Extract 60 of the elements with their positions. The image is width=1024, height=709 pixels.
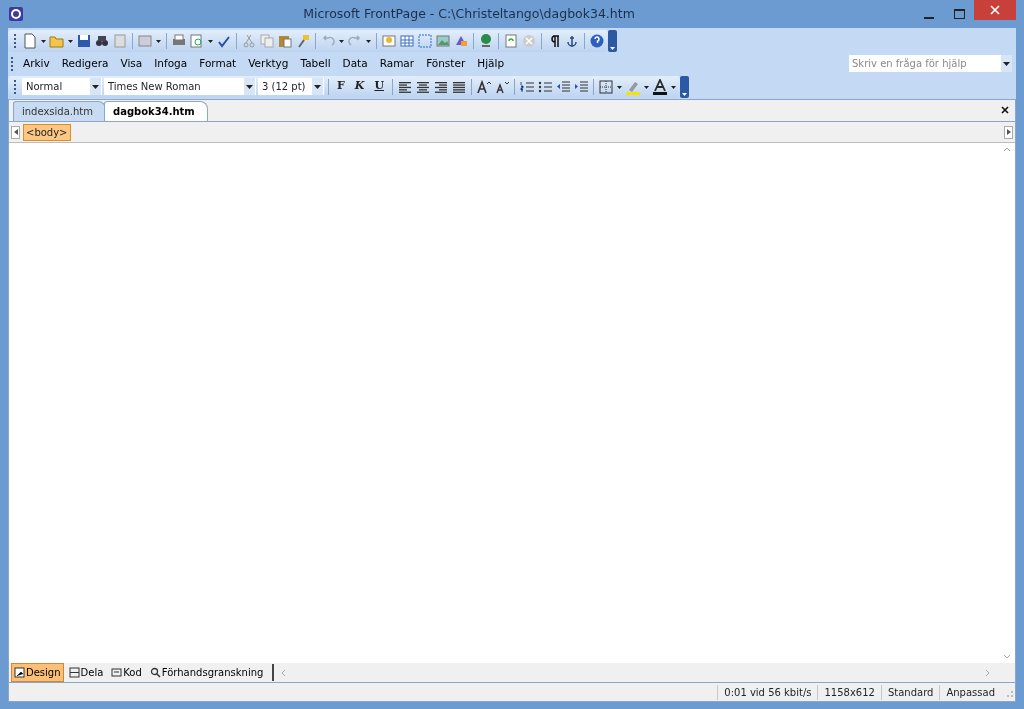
font-dropdown[interactable]: Times New Roman (104, 78, 256, 95)
font-color-icon[interactable] (651, 78, 668, 95)
view-tab[interactable]: Förhandsgranskning (146, 663, 267, 682)
dropdown-arrow-icon[interactable] (1003, 61, 1010, 66)
hyperlink-globe-icon[interactable] (478, 32, 494, 49)
save-icon[interactable] (76, 32, 92, 49)
document-tab[interactable]: indexsida.htm (13, 101, 106, 121)
help-icon[interactable] (589, 32, 605, 49)
design-view-icon (14, 667, 25, 678)
close-icon[interactable] (1000, 105, 1010, 115)
status-text: Anpassad (939, 684, 1001, 700)
menu-item[interactable]: Ramar (373, 55, 421, 72)
borders-icon[interactable] (597, 78, 614, 95)
toolbar-options-icon[interactable] (679, 75, 689, 98)
menu-item[interactable]: Data (336, 55, 374, 72)
menu-item[interactable]: Infoga (148, 55, 194, 72)
insert-table-icon[interactable] (399, 32, 415, 49)
scroll-right-button[interactable] (1004, 125, 1013, 139)
code-view-icon (111, 667, 123, 678)
split-view-icon (68, 667, 80, 678)
increase-indent-icon[interactable] (572, 78, 589, 95)
toolbar-options-icon[interactable] (608, 29, 617, 52)
window-title: Microsoft FrontPage - C:\Christeltango\dagbok34.htm (302, 4, 636, 23)
status-text: 0:01 vid 56 kbit/s (717, 684, 818, 700)
close-button[interactable] (974, 0, 1016, 20)
italic-button[interactable]: K (350, 78, 369, 95)
left-arrow-icon (13, 129, 18, 135)
view-tab[interactable]: Design (11, 663, 64, 682)
picture-icon[interactable] (435, 32, 451, 49)
refresh-page-icon[interactable] (503, 32, 519, 49)
status-text: Standard (880, 684, 940, 700)
scroll-left-button[interactable] (11, 125, 20, 139)
menu-item[interactable]: Verktyg (242, 55, 295, 72)
format-painter-icon[interactable] (295, 32, 311, 49)
menu-item[interactable]: Hjälp (471, 55, 511, 72)
dropdown-arrow-icon[interactable] (314, 84, 321, 89)
menu-item[interactable]: Visa (114, 55, 149, 72)
menu-item[interactable]: Redigera (55, 55, 115, 72)
view-tab[interactable]: Dela (65, 663, 107, 682)
style-dropdown[interactable]: Normal (22, 78, 102, 95)
status-text: 1158x612 (817, 684, 881, 700)
minimize-icon (924, 17, 934, 19)
dropdown-arrow-icon[interactable] (246, 84, 253, 89)
font-size-dropdown[interactable]: 3 (12 pt) (258, 78, 324, 95)
close-icon (990, 5, 1000, 15)
menu-item[interactable]: Tabell (294, 55, 337, 72)
maximize-icon (953, 9, 965, 19)
right-arrow-icon (1006, 129, 1011, 135)
tag-selector[interactable]: <body> (23, 123, 71, 141)
bold-button[interactable]: F (333, 78, 349, 95)
menu-item[interactable]: Arkiv (17, 55, 56, 72)
menu-item[interactable]: Fönster (420, 55, 472, 72)
menu-item[interactable]: Format (193, 55, 243, 72)
grow-font-icon[interactable] (475, 78, 492, 95)
dropdown-arrow-icon[interactable] (92, 84, 99, 89)
view-tab[interactable]: Kod (108, 663, 145, 682)
underline-button[interactable]: U (370, 78, 388, 95)
document-tab[interactable]: dagbok34.htm (104, 101, 208, 121)
app-icon (8, 6, 24, 22)
magnifier-icon (149, 667, 161, 678)
